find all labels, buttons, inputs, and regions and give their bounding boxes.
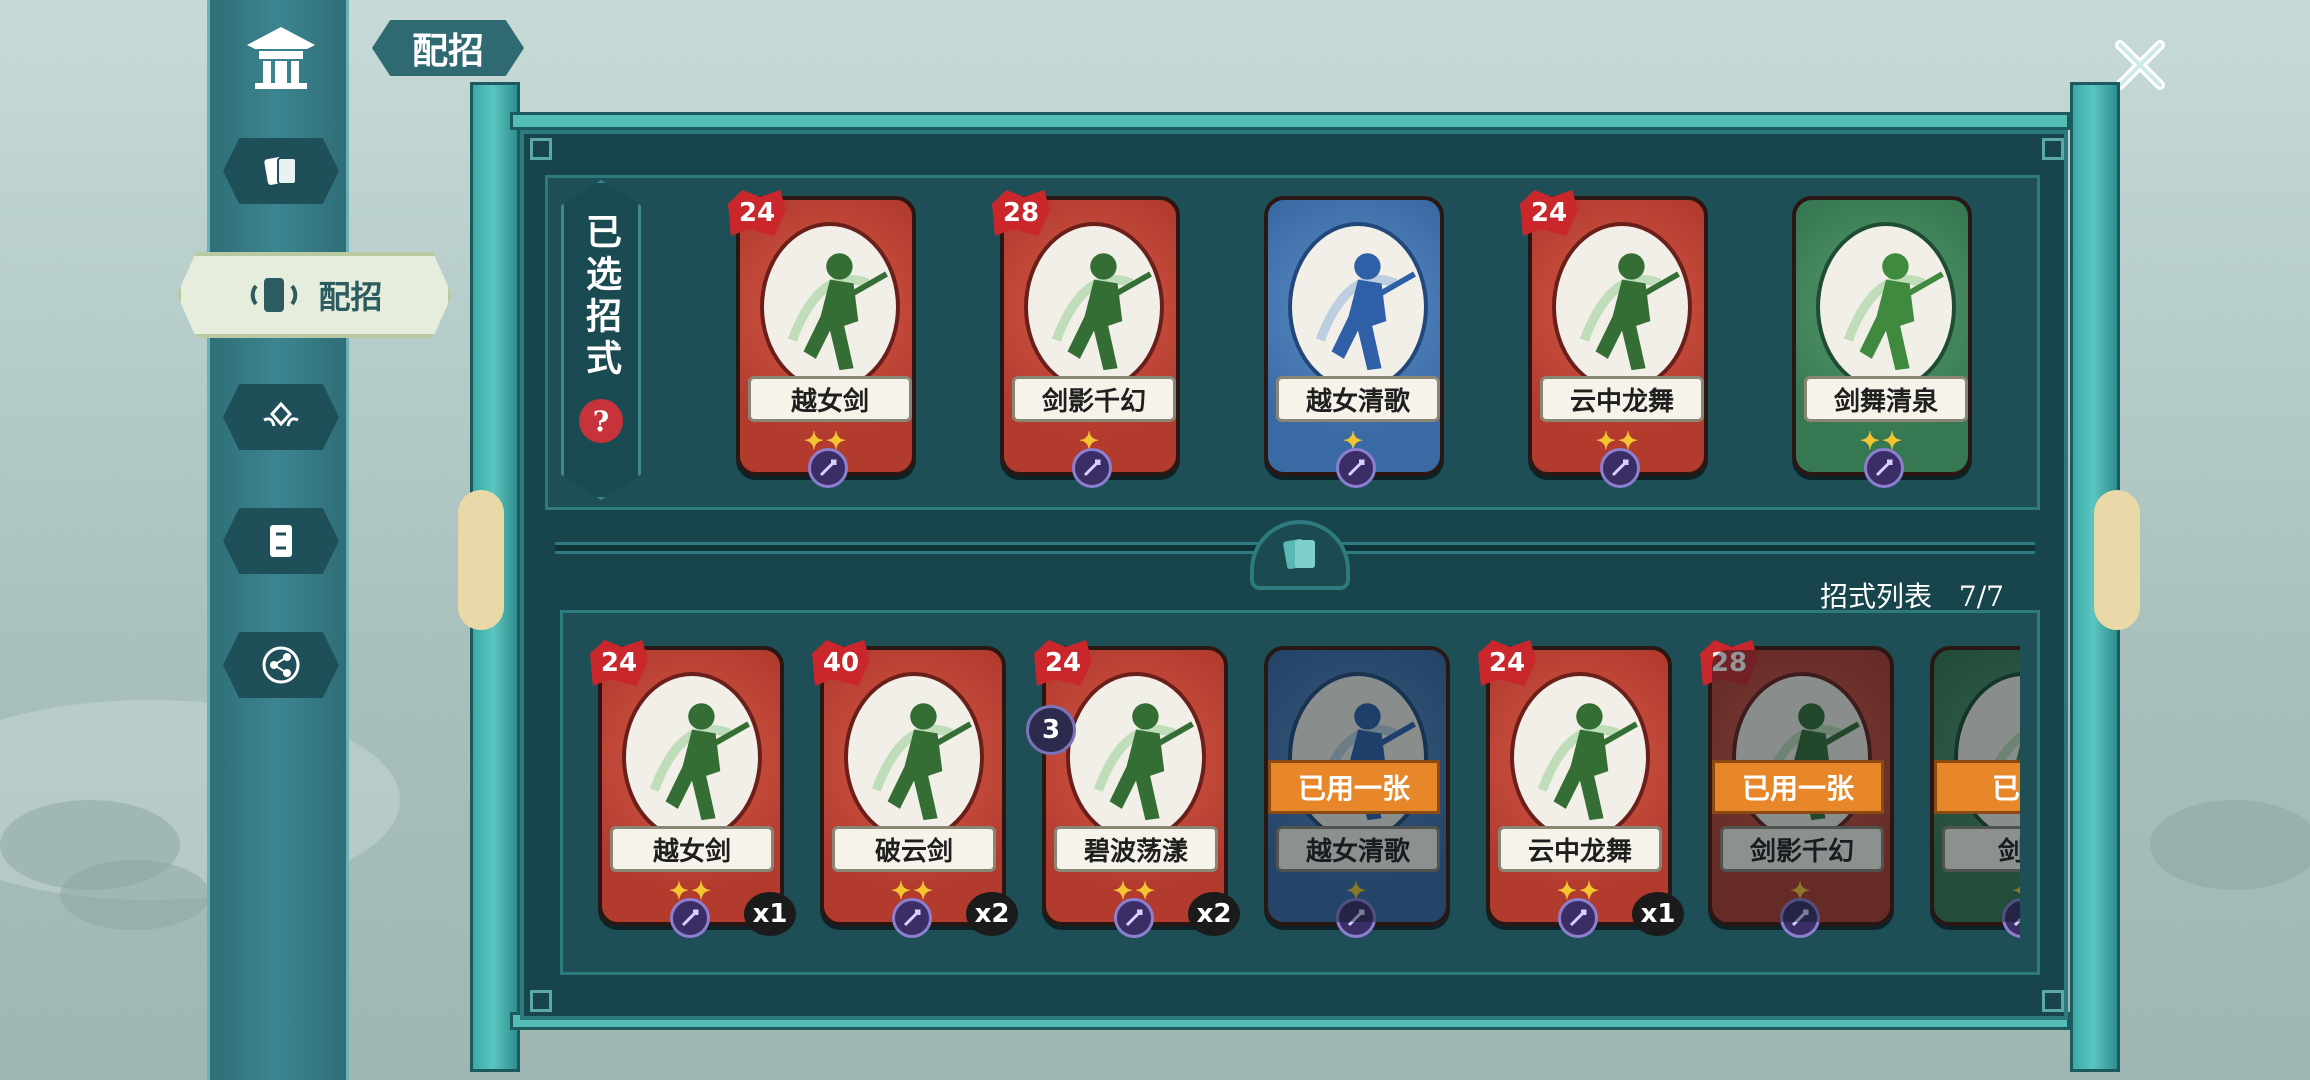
sidebar-item-label: 配招 bbox=[318, 278, 383, 316]
sidebar-item-cards[interactable] bbox=[223, 138, 339, 204]
card-name: 越女清歌 bbox=[1276, 376, 1440, 422]
pavilion-icon bbox=[247, 27, 315, 89]
card-art bbox=[1510, 672, 1650, 842]
list-card[interactable]: 破云剑 ✦✦ 40 x2 bbox=[812, 640, 1018, 938]
selected-card[interactable]: 越女清歌 ✦ bbox=[1264, 196, 1444, 488]
cost-badge: 28 bbox=[992, 190, 1050, 236]
cost-badge: 24 bbox=[590, 640, 648, 686]
tree-right bbox=[2150, 800, 2310, 890]
share-icon bbox=[262, 646, 300, 684]
list-count-value: 7/7 bbox=[1958, 580, 2004, 613]
card-name: 破云剑 bbox=[832, 826, 996, 872]
tree-left-2 bbox=[60, 860, 210, 930]
weapon-type-icon bbox=[1864, 448, 1904, 488]
list-count: 招式列表 7/7 bbox=[1820, 575, 2004, 615]
card-name: 剑舞清泉 bbox=[1804, 376, 1968, 422]
weapon-type-icon bbox=[1114, 898, 1154, 938]
weapon-type-icon bbox=[892, 898, 932, 938]
card-name: 越女剑 bbox=[610, 826, 774, 872]
page-title: 配招 bbox=[372, 20, 524, 76]
frame-top bbox=[510, 112, 2070, 130]
card-art bbox=[760, 222, 900, 392]
list-card[interactable]: 碧波荡漾 ✦✦ 24 x2 3 bbox=[1026, 640, 1240, 938]
cost-badge: 24 bbox=[1034, 640, 1092, 686]
list-card[interactable]: 越女剑 ✦✦ 24 x1 bbox=[590, 640, 796, 938]
stack-badge: 3 bbox=[1026, 705, 1076, 755]
card-name: 碧波荡漾 bbox=[1054, 826, 1218, 872]
card-art bbox=[1024, 222, 1164, 392]
quantity-badge: x2 bbox=[1188, 892, 1240, 936]
corner-ornament bbox=[530, 990, 552, 1012]
cost-badge: 24 bbox=[1478, 640, 1536, 686]
card-art bbox=[1066, 672, 1206, 842]
card-art bbox=[1816, 222, 1956, 392]
diamond-wings-icon bbox=[263, 401, 299, 427]
weapon-type-icon bbox=[1558, 898, 1598, 938]
sidebar-item-card-detail[interactable] bbox=[223, 508, 339, 574]
card-name: 云中龙舞 bbox=[1540, 376, 1704, 422]
used-tag: 已用 bbox=[1934, 760, 2020, 814]
quantity-badge: x1 bbox=[744, 892, 796, 936]
sidebar-item-skills[interactable] bbox=[223, 384, 339, 450]
quantity-badge: x1 bbox=[1632, 892, 1684, 936]
sidebar-item-home[interactable] bbox=[226, 10, 336, 102]
sidebar-item-deck[interactable]: 配招 bbox=[177, 252, 452, 338]
knot-right bbox=[2094, 490, 2140, 630]
list-label: 招式列表 bbox=[1820, 580, 1933, 613]
selected-label-text: 已选招式 bbox=[580, 213, 622, 381]
corner-ornament bbox=[530, 138, 552, 160]
card-name: 越女剑 bbox=[748, 376, 912, 422]
card-art bbox=[622, 672, 762, 842]
card-art bbox=[1552, 222, 1692, 392]
list-card[interactable]: 剑舞 ✦ 已用 bbox=[1930, 646, 2020, 938]
card-art bbox=[844, 672, 984, 842]
corner-ornament bbox=[2042, 138, 2064, 160]
weapon-type-icon bbox=[808, 448, 848, 488]
cost-badge: 24 bbox=[728, 190, 786, 236]
corner-ornament bbox=[2042, 990, 2064, 1012]
selected-card[interactable]: 云中龙舞 ✦✦ 24 bbox=[1520, 190, 1708, 488]
quantity-badge: x2 bbox=[966, 892, 1018, 936]
knot-left bbox=[458, 490, 504, 630]
list-card[interactable]: 越女清歌 ✦ 已用一张 bbox=[1264, 646, 1450, 938]
weapon-type-icon bbox=[670, 898, 710, 938]
cards-icon bbox=[264, 157, 297, 185]
list-card[interactable]: 剑影千幻 ✦ 28 已用一张 bbox=[1700, 640, 1894, 938]
weapon-type-icon bbox=[1336, 448, 1376, 488]
selected-card[interactable]: 剑影千幻 ✦ 28 bbox=[992, 190, 1180, 488]
card-swap-icon bbox=[270, 525, 292, 557]
card-name: 云中龙舞 bbox=[1498, 826, 1662, 872]
weapon-type-icon bbox=[1072, 448, 1112, 488]
used-tag: 已用一张 bbox=[1268, 760, 1440, 814]
cards-icon bbox=[1283, 538, 1315, 570]
selected-label: 已选招式 ? bbox=[561, 180, 641, 500]
card-art bbox=[1288, 222, 1428, 392]
cost-badge: 40 bbox=[812, 640, 870, 686]
deck-swap-icon bbox=[251, 278, 298, 312]
list-card[interactable]: 云中龙舞 ✦✦ 24 x1 bbox=[1478, 640, 1684, 938]
card-name: 剑影千幻 bbox=[1012, 376, 1176, 422]
selected-card[interactable]: 剑舞清泉 ✦✦ bbox=[1792, 196, 1972, 488]
weapon-type-icon bbox=[1600, 448, 1640, 488]
cost-badge: 24 bbox=[1520, 190, 1578, 236]
selected-card[interactable]: 越女剑 ✦✦ 24 bbox=[728, 190, 916, 488]
help-button[interactable]: ? bbox=[579, 399, 623, 443]
used-tag: 已用一张 bbox=[1712, 760, 1884, 814]
sidebar-item-share[interactable] bbox=[223, 632, 339, 698]
